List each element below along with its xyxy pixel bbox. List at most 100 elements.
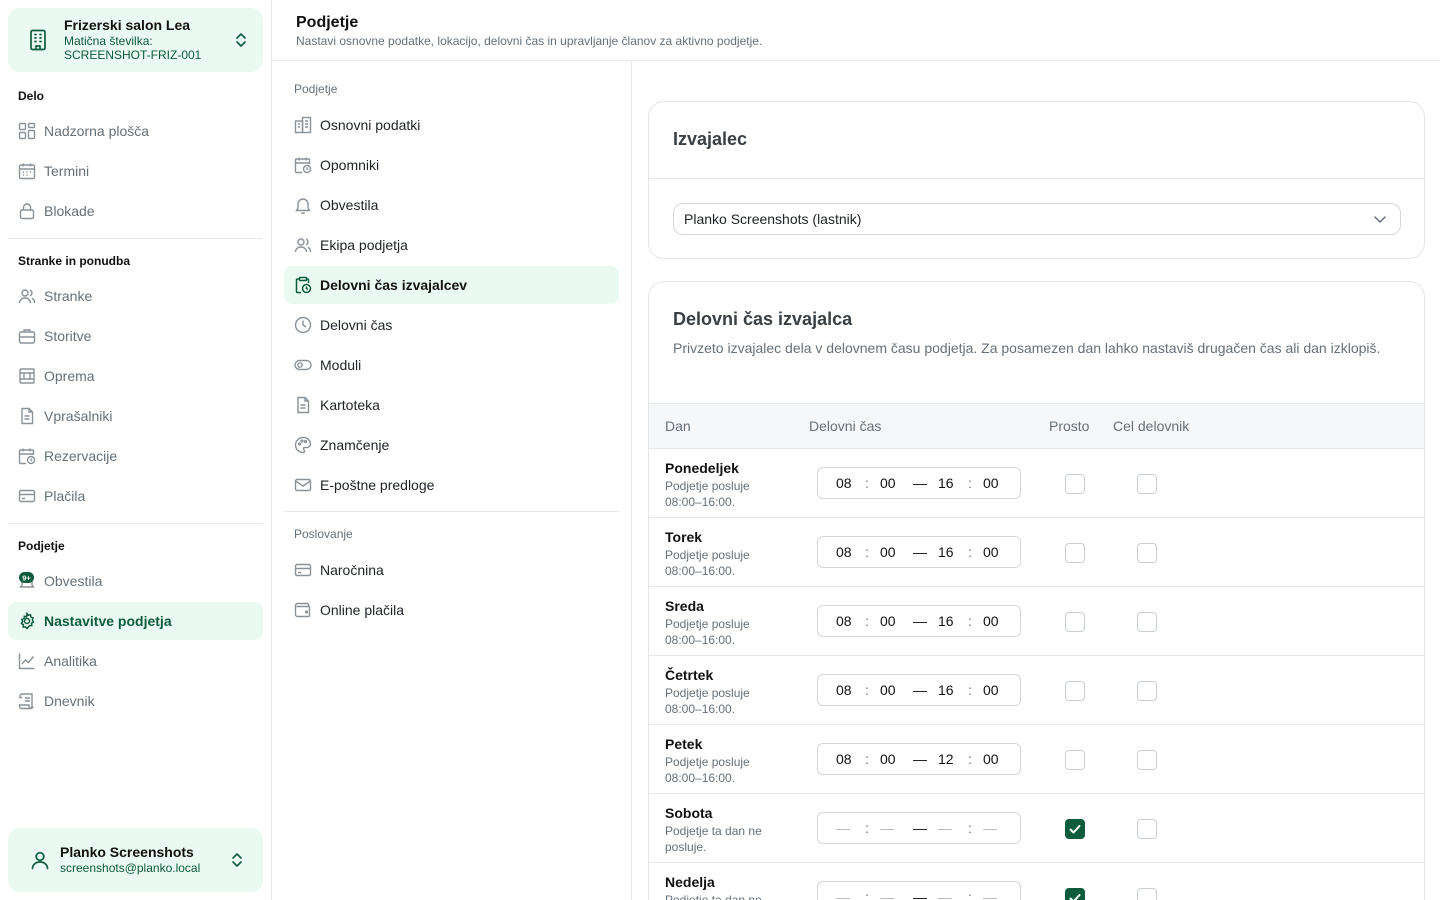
subnav-heading-business: Poslovanje	[294, 527, 353, 541]
performer-select[interactable]: Planko Screenshots (lastnik)	[673, 203, 1401, 235]
time-from-minute[interactable]: 00	[880, 475, 896, 491]
notification-badge-count: 9+	[22, 573, 31, 582]
nav-heading: Stranke in ponudba	[18, 254, 131, 268]
time-range-dash: —	[913, 475, 927, 491]
subnav-item-online-payments[interactable]: Online plačila	[284, 591, 619, 629]
sidebar-item-clients[interactable]: Stranke	[8, 277, 263, 315]
sidebar-item-equipment[interactable]: Oprema	[8, 357, 263, 395]
time-to-minute[interactable]: 00	[983, 475, 999, 491]
page-title: Podjetje	[296, 14, 359, 31]
day-name: Ponedeljek	[665, 460, 739, 476]
time-from-hour[interactable]: 08	[836, 751, 852, 767]
time-range-dash: —	[913, 889, 927, 900]
time-to-minute[interactable]: 00	[983, 613, 999, 629]
time-to-hour[interactable]: 16	[938, 613, 954, 629]
day-note: Podjetje posluje 08:00–16:00.	[665, 617, 750, 647]
subnav-item-performer-hours[interactable]: Delovni čas izvajalcev	[284, 266, 619, 304]
time-range-input[interactable]: 08:00—12:00	[817, 743, 1021, 775]
sidebar-item-dashboard[interactable]: Nadzorna plošča	[8, 112, 263, 150]
sidebar-item-analytics[interactable]: Analitika	[8, 642, 263, 680]
subnav-item-basic-data[interactable]: Osnovni podatki	[284, 106, 619, 144]
sidebar-item-questionnaires[interactable]: Vprašalniki	[8, 397, 263, 435]
time-range-input[interactable]: —: — — —: —	[817, 881, 1021, 900]
day-off-checkbox[interactable]	[1065, 888, 1085, 900]
time-separator: :	[865, 613, 869, 629]
time-to-hour[interactable]: —	[938, 820, 952, 836]
sidebar-item-reservations[interactable]: Rezervacije	[8, 437, 263, 475]
time-separator: :	[968, 682, 972, 698]
full-day-checkbox[interactable]	[1137, 888, 1157, 900]
sidebar-item-notifications[interactable]: 9+ Obvestila	[8, 562, 263, 600]
day-off-checkbox[interactable]	[1065, 681, 1085, 701]
time-to-hour[interactable]: —	[938, 889, 952, 900]
time-from-minute[interactable]: —	[880, 889, 894, 900]
org-switcher[interactable]: Frizerski salon Lea Matična številka: SC…	[8, 8, 263, 72]
time-from-minute[interactable]: 00	[880, 682, 896, 698]
subnav-item-label: Online plačila	[320, 602, 405, 618]
time-separator: :	[865, 475, 869, 491]
settings-subnav: Podjetje Osnovni podatki Opomniki Obvest…	[272, 61, 632, 900]
time-range-input[interactable]: 08:00—16:00	[817, 605, 1021, 637]
nav-heading: Delo	[18, 89, 45, 103]
time-from-hour[interactable]: 08	[836, 544, 852, 560]
time-to-minute[interactable]: 00	[983, 751, 999, 767]
sidebar-item-payments[interactable]: Plačila	[8, 477, 263, 515]
subnav-item-email-templates[interactable]: E-poštne predloge	[284, 466, 619, 504]
day-off-checkbox[interactable]	[1065, 474, 1085, 494]
nav-section-company: Podjetje 9+ Obvestila Nastavitve podjetj…	[8, 538, 263, 720]
file-icon	[297, 396, 310, 414]
time-from-hour[interactable]: 08	[836, 475, 852, 491]
subnav-item-reminders[interactable]: Opomniki	[284, 146, 619, 184]
time-from-hour[interactable]: —	[836, 820, 850, 836]
day-off-checkbox[interactable]	[1065, 612, 1085, 632]
time-to-hour[interactable]: 16	[938, 544, 954, 560]
time-to-hour[interactable]: 16	[938, 682, 954, 698]
time-range-input[interactable]: 08:00—16:00	[817, 536, 1021, 568]
sidebar-item-appointments[interactable]: Termini	[8, 152, 263, 190]
full-day-checkbox[interactable]	[1137, 612, 1157, 632]
time-range-input[interactable]: 08:00—16:00	[817, 674, 1021, 706]
time-to-minute[interactable]: 00	[983, 544, 999, 560]
time-to-hour[interactable]: 12	[938, 751, 954, 767]
time-from-hour[interactable]: —	[836, 889, 850, 900]
full-day-checkbox[interactable]	[1137, 750, 1157, 770]
day-note: Podjetje posluje 08:00–16:00.	[665, 479, 750, 509]
time-from-hour[interactable]: 08	[836, 682, 852, 698]
day-name: Nedelja	[665, 874, 715, 890]
subnav-item-working-hours[interactable]: Delovni čas	[284, 306, 619, 344]
time-from-hour[interactable]: 08	[836, 613, 852, 629]
full-day-checkbox[interactable]	[1137, 543, 1157, 563]
sidebar-item-services[interactable]: Storitve	[8, 317, 263, 355]
time-from-minute[interactable]: 00	[880, 751, 896, 767]
subnav-item-records[interactable]: Kartoteka	[284, 386, 619, 424]
sidebar-item-blocks[interactable]: Blokade	[8, 192, 263, 230]
user-email: screenshots@planko.local	[60, 861, 201, 876]
time-to-hour[interactable]: 16	[938, 475, 954, 491]
time-range-input[interactable]: —: — — —: —	[817, 812, 1021, 844]
time-from-minute[interactable]: 00	[880, 544, 896, 560]
subnav-item-branding[interactable]: Znamčenje	[284, 426, 619, 464]
full-day-checkbox[interactable]	[1137, 681, 1157, 701]
time-to-minute[interactable]: —	[983, 820, 997, 836]
time-from-minute[interactable]: —	[880, 820, 894, 836]
org-name: Frizerski salon Lea	[64, 17, 191, 34]
subnav-item-modules[interactable]: Moduli	[284, 346, 619, 384]
time-range-input[interactable]: 08:00—16:00	[817, 467, 1021, 499]
day-name: Petek	[665, 736, 703, 752]
day-off-checkbox[interactable]	[1065, 819, 1085, 839]
day-off-checkbox[interactable]	[1065, 750, 1085, 770]
sidebar-item-log[interactable]: Dnevnik	[8, 682, 263, 720]
full-day-checkbox[interactable]	[1137, 819, 1157, 839]
subnav-item-subscription[interactable]: Naročnina	[284, 551, 619, 589]
subnav-item-notifications[interactable]: Obvestila	[284, 186, 619, 224]
sidebar-item-company-settings[interactable]: Nastavitve podjetja	[8, 602, 263, 640]
full-day-checkbox[interactable]	[1137, 474, 1157, 494]
hours-card-description: Privzeto izvajalec dela v delovnem času …	[673, 340, 1381, 356]
time-to-minute[interactable]: 00	[983, 682, 999, 698]
subnav-item-team[interactable]: Ekipa podjetja	[284, 226, 619, 264]
day-off-checkbox[interactable]	[1065, 543, 1085, 563]
time-from-minute[interactable]: 00	[880, 613, 896, 629]
time-to-minute[interactable]: —	[983, 889, 997, 900]
user-switcher[interactable]: Planko Screenshots screenshots@planko.lo…	[8, 828, 263, 892]
nav-divider	[8, 238, 263, 239]
